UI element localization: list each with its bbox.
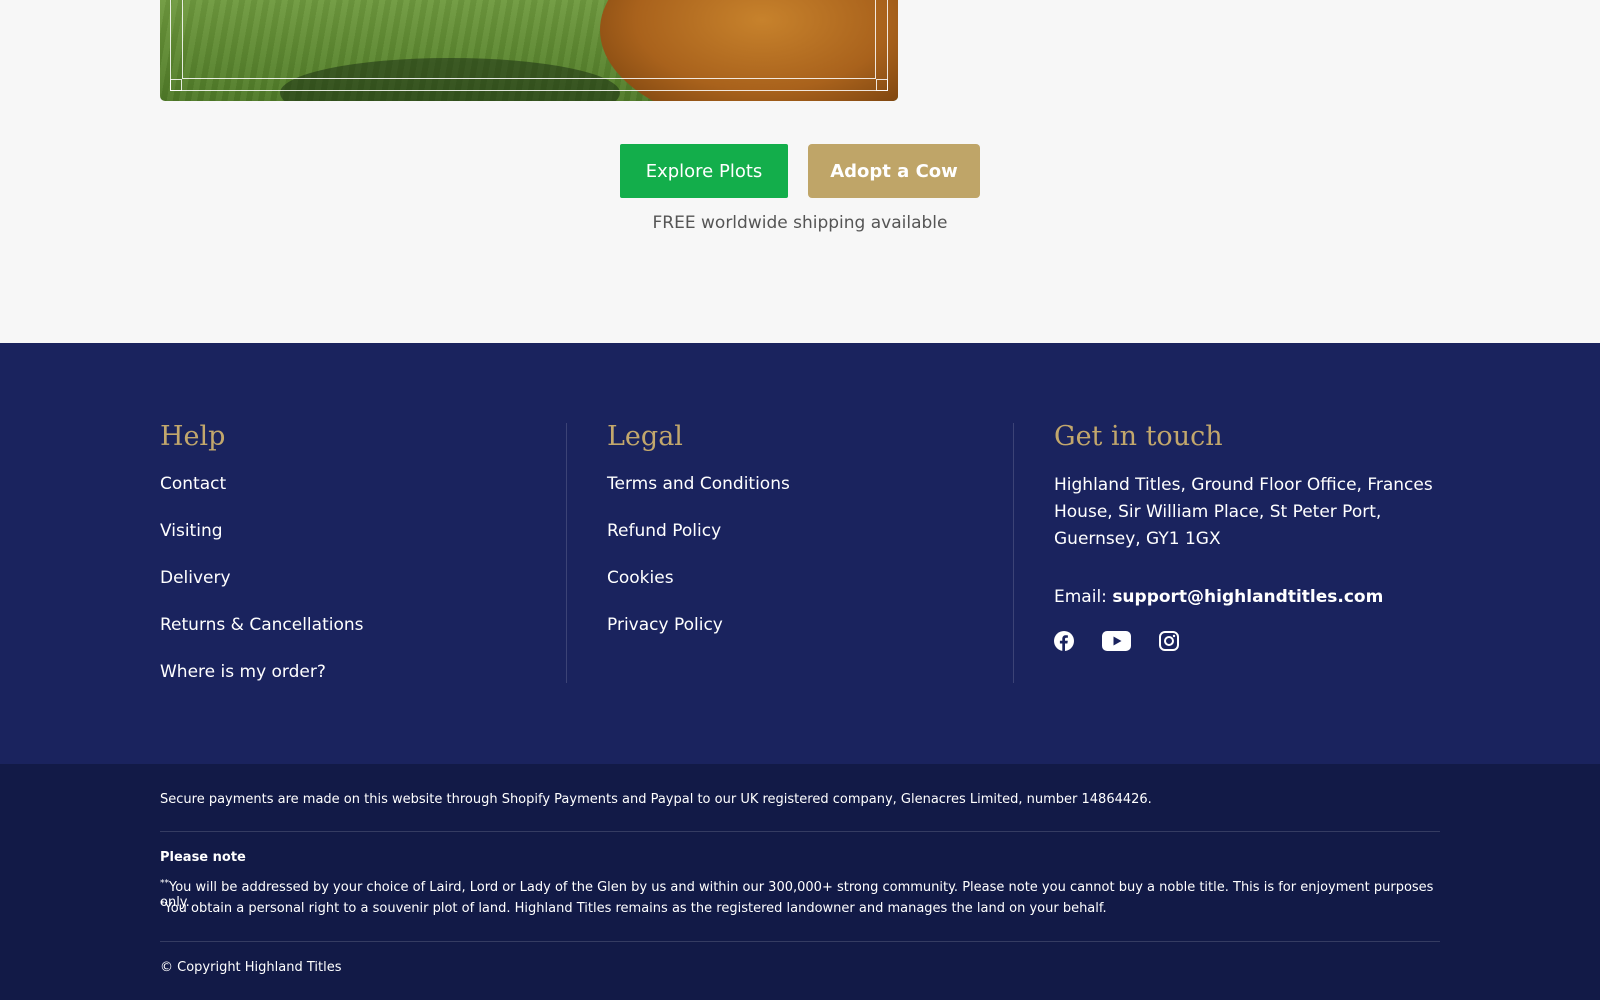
help-links: Contact Visiting Delivery Returns & Canc…: [160, 472, 560, 707]
footer: Help Contact Visiting Delivery Returns &…: [0, 343, 1600, 764]
company-address: Highland Titles, Ground Floor Office, Fr…: [1054, 475, 1433, 549]
bottom-divider: [160, 941, 1440, 942]
get-in-touch-heading: Get in touch: [1054, 421, 1223, 452]
email-line: Email: support@highlandtitles.com: [1054, 587, 1454, 607]
help-link-where-is-my-order[interactable]: Where is my order?: [160, 660, 560, 707]
footer-legal-column: Legal Terms and Conditions Refund Policy…: [607, 423, 1007, 660]
note-souvenir-text: You obtain a personal right to a souveni…: [164, 901, 1107, 916]
frame-corner-br: [876, 79, 888, 91]
highland-cow-photo: [160, 0, 898, 101]
help-link-visiting[interactable]: Visiting: [160, 519, 560, 566]
social-links: [1054, 631, 1454, 651]
instagram-icon[interactable]: [1159, 631, 1179, 651]
help-link-returns[interactable]: Returns & Cancellations: [160, 613, 560, 660]
facebook-icon[interactable]: [1054, 631, 1074, 651]
youtube-icon[interactable]: [1102, 631, 1131, 651]
hero-section: Explore Plots Adopt a Cow FREE worldwide…: [0, 0, 1600, 343]
shipping-note: FREE worldwide shipping available: [652, 213, 948, 233]
note-souvenir-plot: *You obtain a personal right to a souven…: [160, 900, 1440, 916]
help-link-contact[interactable]: Contact: [160, 472, 560, 519]
legal-link-terms[interactable]: Terms and Conditions: [607, 472, 1007, 519]
note-mark: **: [160, 878, 169, 889]
bottom-divider: [160, 831, 1440, 832]
footer-contact-column: Get in touch Highland Titles, Ground Flo…: [1054, 423, 1454, 651]
help-heading: Help: [160, 421, 226, 452]
cta-row: Explore Plots Adopt a Cow: [0, 144, 1600, 198]
adopt-a-cow-button[interactable]: Adopt a Cow: [808, 144, 980, 198]
explore-plots-button[interactable]: Explore Plots: [620, 144, 788, 198]
email-label: Email:: [1054, 587, 1107, 607]
help-link-delivery[interactable]: Delivery: [160, 566, 560, 613]
legal-link-privacy[interactable]: Privacy Policy: [607, 613, 1007, 660]
photo-frame-inner: [182, 0, 876, 79]
frame-corner-bl: [170, 79, 182, 91]
legal-bar: Secure payments are made on this website…: [0, 764, 1600, 1000]
email-link[interactable]: support@highlandtitles.com: [1112, 587, 1383, 607]
legal-links: Terms and Conditions Refund Policy Cooki…: [607, 472, 1007, 660]
legal-link-refund[interactable]: Refund Policy: [607, 519, 1007, 566]
secure-payments-text: Secure payments are made on this website…: [160, 792, 1152, 807]
footer-divider: [566, 423, 567, 683]
legal-link-cookies[interactable]: Cookies: [607, 566, 1007, 613]
please-note-heading: Please note: [160, 850, 246, 865]
footer-divider: [1013, 423, 1014, 683]
footer-help-column: Help Contact Visiting Delivery Returns &…: [160, 423, 560, 707]
legal-heading: Legal: [607, 421, 683, 452]
copyright: © Copyright Highland Titles: [160, 960, 342, 975]
